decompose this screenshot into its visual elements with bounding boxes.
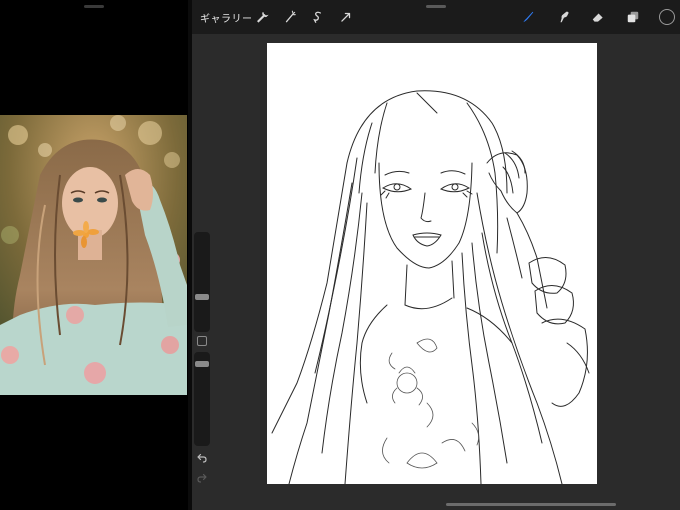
brush-size-slider[interactable]: [194, 232, 210, 332]
smudge-icon[interactable]: [556, 9, 572, 25]
undo-icon[interactable]: [194, 450, 210, 466]
opacity-thumb[interactable]: [195, 361, 209, 367]
wrench-icon[interactable]: [254, 9, 270, 25]
magic-wand-icon[interactable]: [282, 9, 298, 25]
brush-icon[interactable]: [520, 9, 536, 25]
drawing-canvas[interactable]: [267, 43, 597, 484]
modify-button[interactable]: [197, 336, 207, 346]
selection-icon[interactable]: [310, 9, 326, 25]
redo-icon[interactable]: [194, 470, 210, 486]
opacity-slider[interactable]: [194, 352, 210, 446]
color-picker-button[interactable]: [659, 9, 675, 25]
transform-arrow-icon[interactable]: [338, 9, 354, 25]
ipad-split-view: ギャラリー: [0, 0, 680, 510]
layers-icon[interactable]: [625, 9, 641, 25]
top-toolbar: ギャラリー: [192, 0, 680, 34]
eraser-icon[interactable]: [590, 9, 606, 25]
gallery-button[interactable]: ギャラリー: [200, 10, 253, 25]
multitasking-handle[interactable]: [426, 5, 446, 8]
home-indicator[interactable]: [446, 503, 616, 506]
sidebar: [192, 232, 212, 490]
procreate-app: ギャラリー: [192, 0, 680, 510]
reference-pane: [0, 0, 188, 510]
split-handle[interactable]: [84, 5, 104, 8]
brush-size-thumb[interactable]: [195, 294, 209, 300]
reference-photo[interactable]: [0, 115, 187, 395]
